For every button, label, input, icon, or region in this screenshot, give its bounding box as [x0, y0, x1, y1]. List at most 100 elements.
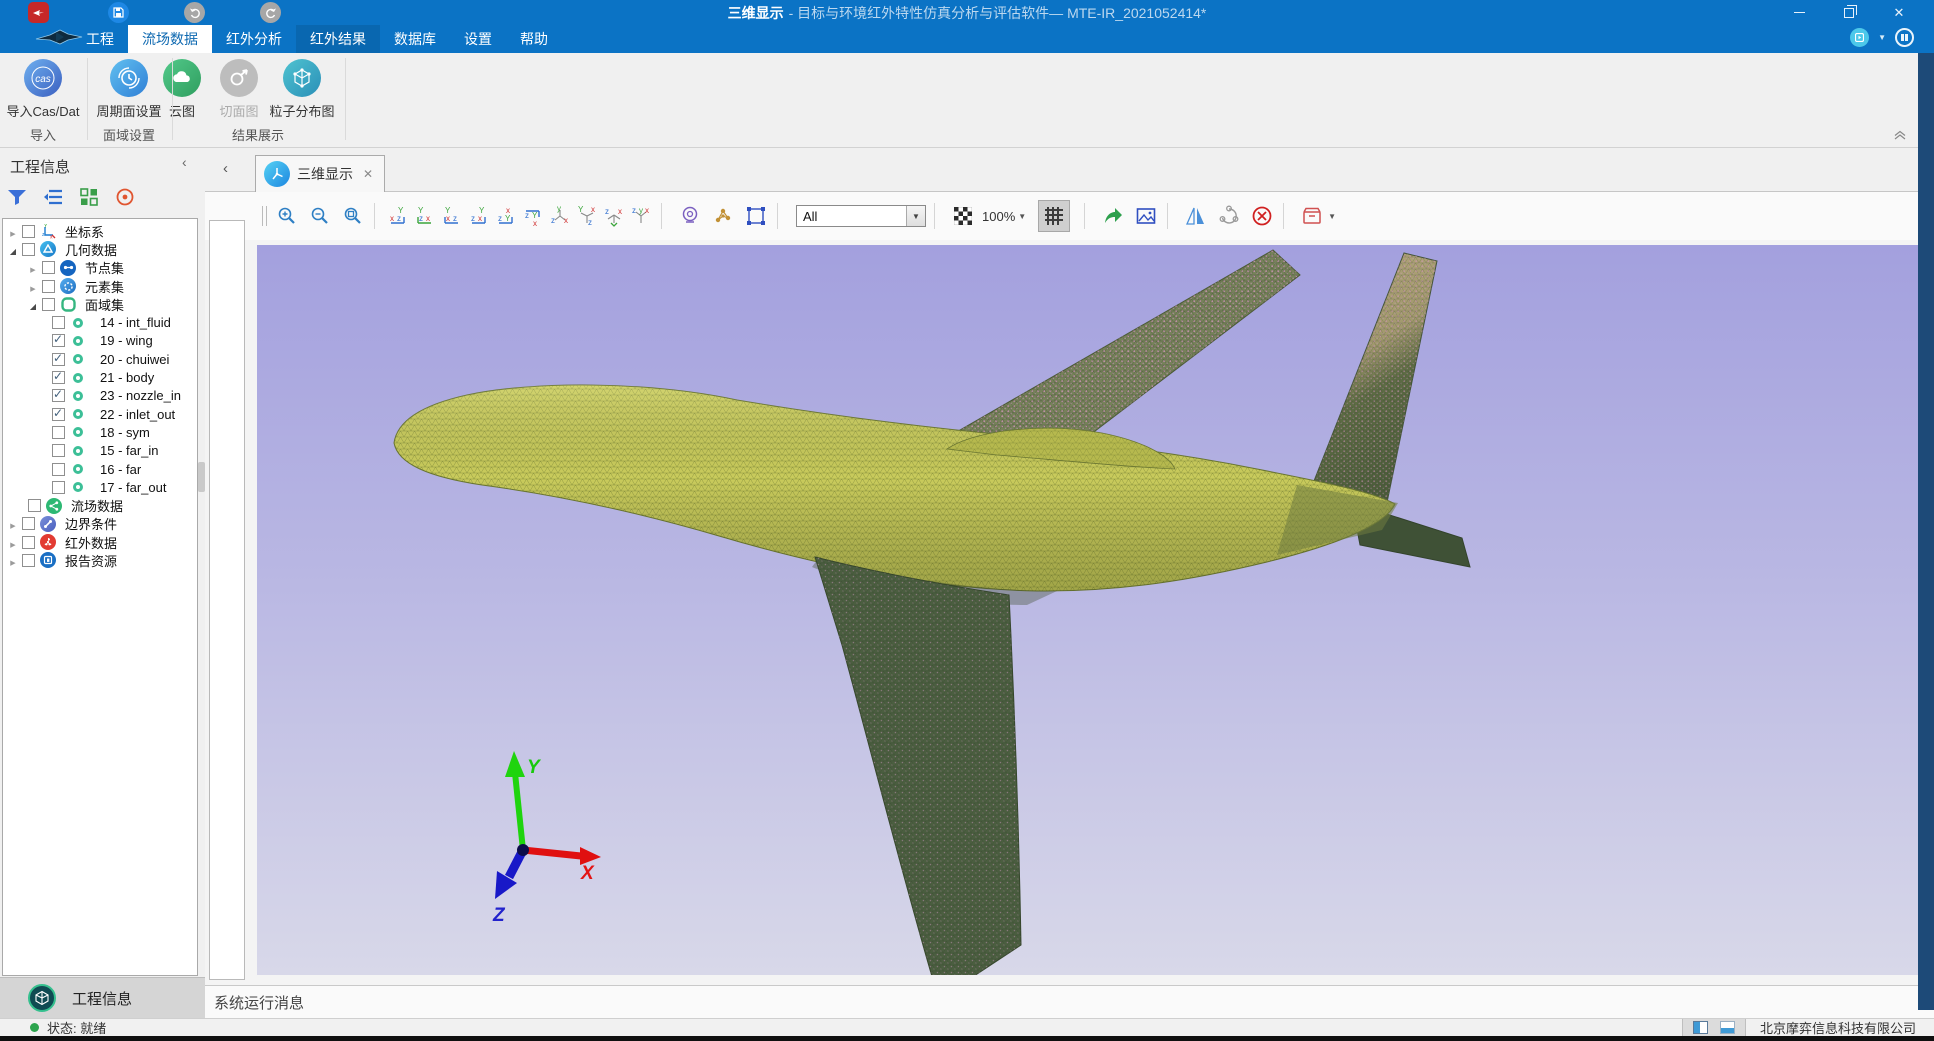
- zoom-out-icon[interactable]: [307, 203, 333, 229]
- view-bottom-icon[interactable]: zYx: [521, 204, 545, 228]
- view-iso-4-icon[interactable]: zyx: [629, 204, 653, 228]
- tree-item-surface[interactable]: 17 - far_out: [3, 478, 197, 496]
- ribbon-collapse-icon[interactable]: [1893, 129, 1907, 143]
- view-front-icon[interactable]: xzY: [386, 204, 410, 228]
- checkbox[interactable]: [52, 353, 65, 366]
- checkbox[interactable]: [22, 554, 35, 567]
- view-back-icon[interactable]: Yzx: [413, 204, 437, 228]
- checkbox[interactable]: [42, 261, 55, 274]
- checkbox[interactable]: [52, 408, 65, 421]
- list-collapse-icon[interactable]: [42, 186, 64, 208]
- tree-item-surface[interactable]: 19 - wing: [3, 332, 197, 350]
- panel-collapse-icon[interactable]: ‹: [182, 154, 187, 170]
- tree-item-element-set[interactable]: 元素集: [3, 277, 197, 295]
- expand-arrow-icon[interactable]: [27, 297, 39, 312]
- restore-button[interactable]: [1832, 0, 1866, 25]
- save-image-icon[interactable]: [1133, 203, 1159, 229]
- clear-cancel-icon[interactable]: [1249, 203, 1275, 229]
- tree-item-flow-data[interactable]: 流场数据: [3, 496, 197, 514]
- export-share-icon[interactable]: [1100, 203, 1126, 229]
- view-iso-3-icon[interactable]: zx: [602, 204, 626, 228]
- expand-arrow-icon[interactable]: [7, 553, 19, 568]
- checkbox[interactable]: [42, 280, 55, 293]
- style-switch-icon[interactable]: [1850, 28, 1869, 47]
- select-region-icon[interactable]: [743, 203, 769, 229]
- zoom-fit-icon[interactable]: [340, 203, 366, 229]
- close-button[interactable]: ✕: [1882, 0, 1916, 25]
- tree-item-surface[interactable]: 14 - int_fluid: [3, 313, 197, 331]
- checkbox[interactable]: [22, 536, 35, 549]
- minimize-button[interactable]: [1782, 0, 1816, 25]
- tree-item-surface[interactable]: 20 - chuiwei: [3, 350, 197, 368]
- help-book-icon[interactable]: [1895, 28, 1914, 47]
- view-iso-1-icon[interactable]: zxy: [548, 204, 572, 228]
- view-top-icon[interactable]: zYx: [494, 204, 518, 228]
- tree-item-surface[interactable]: 21 - body: [3, 368, 197, 386]
- expand-arrow-icon[interactable]: [27, 279, 39, 294]
- combo-dropdown-icon[interactable]: ▼: [906, 206, 925, 226]
- expand-arrow-icon[interactable]: [27, 260, 39, 275]
- menu-tab-flowfield[interactable]: 流场数据: [128, 25, 212, 53]
- expand-arrow-icon[interactable]: [7, 535, 19, 550]
- checkbox[interactable]: [52, 389, 65, 402]
- checkbox[interactable]: [52, 444, 65, 457]
- archive-box-icon[interactable]: [1299, 203, 1325, 229]
- menu-tab-ir-result[interactable]: 红外结果: [296, 25, 380, 53]
- cloud-map-button[interactable]: 云图: [156, 59, 208, 120]
- tree-item-node-set[interactable]: 节点集: [3, 259, 197, 277]
- checkbox[interactable]: [28, 499, 41, 512]
- tree-item-surface[interactable]: 22 - inlet_out: [3, 405, 197, 423]
- view-left-icon[interactable]: Yxz: [440, 204, 464, 228]
- grid-view-icon[interactable]: [78, 186, 100, 208]
- mirror-icon[interactable]: [1183, 203, 1209, 229]
- tree-item-infrared-data[interactable]: 红外数据: [3, 533, 197, 551]
- checkbox[interactable]: [52, 334, 65, 347]
- menu-tab-ir-analysis[interactable]: 红外分析: [212, 25, 296, 53]
- mesh-filter-select[interactable]: All ▼: [796, 205, 926, 227]
- menu-tab-settings[interactable]: 设置: [450, 25, 506, 53]
- tree-item-surface[interactable]: 15 - far_in: [3, 442, 197, 460]
- transparency-checker-icon[interactable]: [950, 203, 976, 229]
- checkbox[interactable]: [52, 371, 65, 384]
- checkbox[interactable]: [52, 463, 65, 476]
- expand-arrow-icon[interactable]: [7, 242, 19, 257]
- locate-target-icon[interactable]: [114, 186, 136, 208]
- project-panel-bottom-tab[interactable]: 工程信息: [0, 977, 205, 1018]
- toggle-bottom-panel-icon[interactable]: [1720, 1021, 1735, 1034]
- menu-tab-database[interactable]: 数据库: [380, 25, 450, 53]
- tree-item-boundary[interactable]: 边界条件: [3, 515, 197, 533]
- tree-item-coordinate-system[interactable]: Yzx 坐标系: [3, 222, 197, 240]
- checkbox[interactable]: [52, 481, 65, 494]
- tree-item-geometry-data[interactable]: 几何数据: [3, 240, 197, 258]
- zoom-level-value[interactable]: 100%: [982, 209, 1015, 224]
- checkbox[interactable]: [52, 426, 65, 439]
- checkbox[interactable]: [42, 298, 55, 311]
- tab-3d-view[interactable]: 三维显示 ✕: [255, 155, 385, 192]
- checkbox[interactable]: [22, 225, 35, 238]
- viewport-3d[interactable]: Y X Z: [257, 245, 1919, 975]
- camera-view-icon[interactable]: [677, 203, 703, 229]
- grid-toggle-button[interactable]: [1038, 200, 1070, 232]
- panel-splitter[interactable]: [198, 462, 205, 492]
- tree-item-report-resources[interactable]: 报告资源: [3, 551, 197, 569]
- zoom-dropdown-icon[interactable]: ▼: [1018, 212, 1026, 221]
- tab-close-icon[interactable]: ✕: [363, 167, 373, 181]
- node-graph-icon[interactable]: [710, 203, 736, 229]
- zoom-in-icon[interactable]: [274, 203, 300, 229]
- tab-scroll-left-icon[interactable]: ‹: [223, 160, 228, 177]
- toggle-left-panel-icon[interactable]: [1693, 1021, 1708, 1034]
- chevron-down-icon[interactable]: ▼: [1878, 33, 1886, 42]
- tree-item-face-set[interactable]: 面域集: [3, 295, 197, 313]
- checkbox[interactable]: [22, 243, 35, 256]
- view-right-icon[interactable]: zxY: [467, 204, 491, 228]
- expand-arrow-icon[interactable]: [7, 224, 19, 239]
- tree-item-surface[interactable]: 16 - far: [3, 460, 197, 478]
- menu-tab-help[interactable]: 帮助: [506, 25, 562, 53]
- import-cas-dat-button[interactable]: cas 导入Cas/Dat: [0, 59, 86, 120]
- assembly-icon[interactable]: [1216, 203, 1242, 229]
- toolbar-drag-handle[interactable]: [262, 206, 267, 226]
- view-iso-2-icon[interactable]: Yxz: [575, 204, 599, 228]
- expand-arrow-icon[interactable]: [7, 516, 19, 531]
- filter-icon[interactable]: [6, 186, 28, 208]
- tree-item-surface[interactable]: 18 - sym: [3, 423, 197, 441]
